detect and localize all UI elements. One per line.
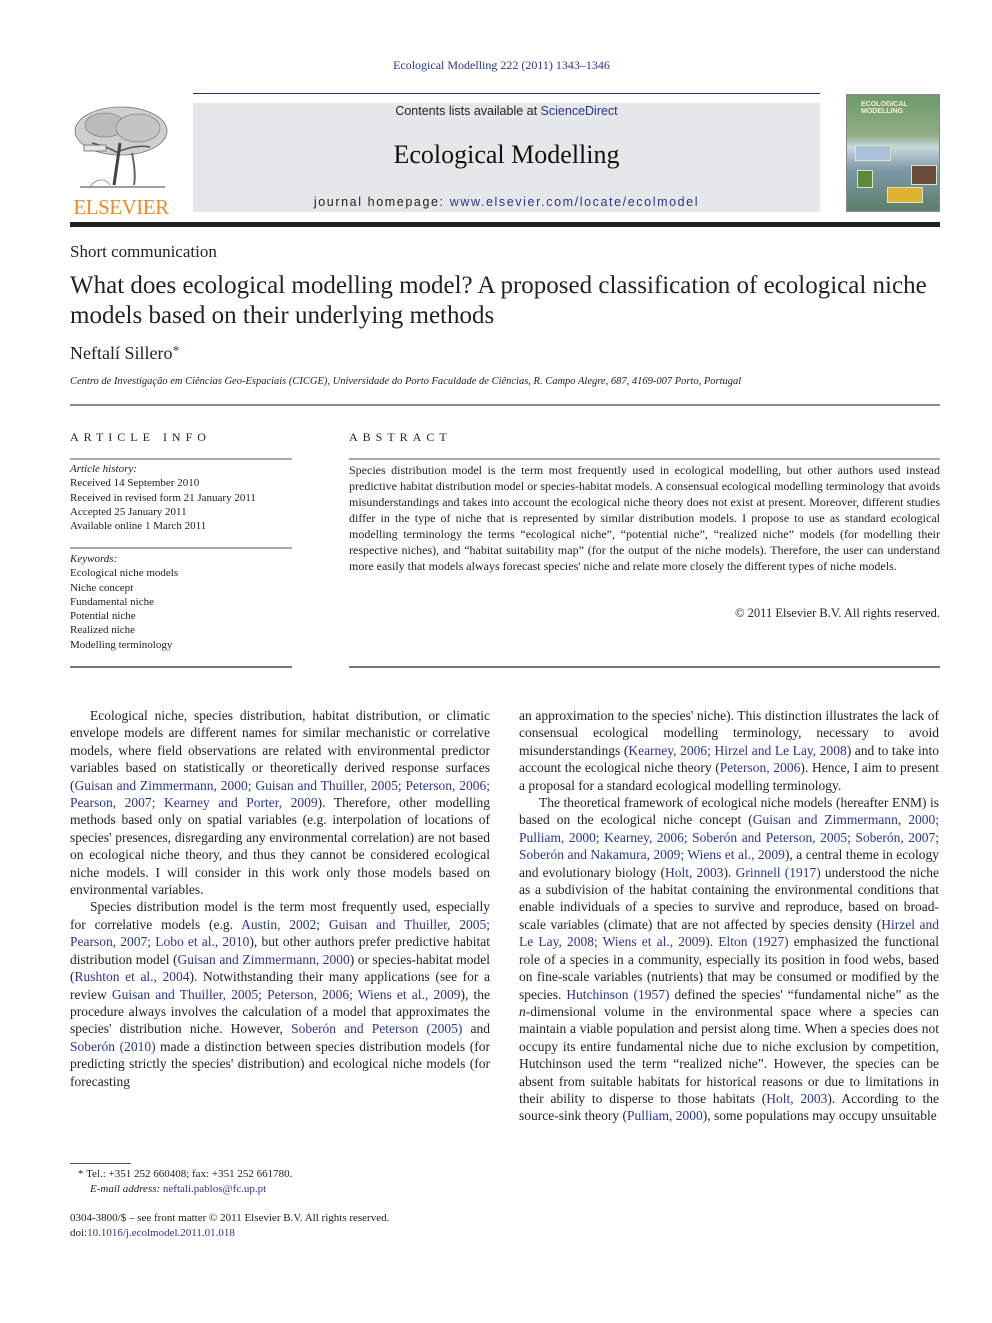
corresponding-author-mark[interactable]: * — [172, 344, 179, 359]
info-bottom-rule — [70, 666, 292, 668]
body-column-left: Ecological niche, species distribution, … — [70, 707, 490, 1090]
citation-link[interactable]: Grinnell (1917) — [736, 865, 821, 880]
keyword: Realized niche — [70, 624, 136, 637]
homepage-prefix: journal homepage: — [313, 195, 450, 209]
abstract-rule — [349, 458, 940, 460]
front-matter: 0304-3800/$ – see front matter © 2011 El… — [70, 1211, 389, 1241]
journal-banner: Contents lists available at ScienceDirec… — [193, 103, 820, 212]
citation-link[interactable]: Kearney, 2006; Hirzel and Le Lay, 2008 — [628, 743, 846, 758]
cover-title: ECOLOGICAL MODELLING — [861, 101, 908, 115]
footnote-contact: * Tel.: +351 252 660408; fax: +351 252 6… — [78, 1167, 292, 1182]
footnote-contact-text: Tel.: +351 252 660408; fax: +351 252 661… — [86, 1168, 293, 1180]
journal-name: Ecological Modelling — [393, 140, 620, 169]
contents-prefix: Contents lists available at — [395, 104, 541, 118]
section-divider — [70, 404, 940, 406]
body-paragraph: The theoretical framework of ecological … — [519, 795, 939, 1124]
citation-link[interactable]: Guisan and Zimmermann, 2000; Guisan and … — [70, 778, 490, 810]
article-title: What does ecological modelling model? A … — [70, 272, 927, 329]
author-email-link[interactable]: neftali.pablos@fc.up.pt — [163, 1183, 266, 1195]
elsevier-logo[interactable]: ELSEVIER — [70, 103, 172, 219]
citation-link[interactable]: Soberón and Peterson (2005) — [291, 1021, 462, 1036]
keyword: Niche concept — [70, 581, 134, 594]
author-footnote: * Tel.: +351 252 660408; fax: +351 252 6… — [78, 1167, 292, 1197]
author-affiliation: Centro de Investigação em Ciências Geo-E… — [70, 376, 742, 387]
body-column-right: an approximation to the species' niche).… — [519, 707, 939, 1125]
article-info-heading: ARTICLE INFO — [70, 430, 211, 444]
abstract-bottom-rule — [349, 666, 940, 668]
elsevier-wordmark: ELSEVIER — [73, 195, 169, 219]
history-label: Article history: — [70, 463, 137, 475]
citation-link[interactable]: Peterson, 2006 — [720, 760, 801, 775]
author-line: Neftalí Sillero* — [70, 343, 179, 364]
history-item: Accepted 25 January 2011 — [70, 505, 187, 518]
history-item: Received 14 September 2010 — [70, 477, 200, 490]
doi-prefix: doi: — [70, 1227, 88, 1239]
footnote-rule — [70, 1163, 131, 1164]
footnote-mark: * — [78, 1168, 84, 1180]
contents-line: Contents lists available at ScienceDirec… — [193, 104, 820, 118]
abstract-text: Species distribution model is the term m… — [349, 463, 940, 573]
issn-line: 0304-3800/$ – see front matter © 2011 El… — [70, 1212, 390, 1224]
citation-link[interactable]: Holt, 2003 — [766, 1091, 827, 1106]
header-thick-rule — [70, 222, 940, 227]
citation-link[interactable]: Austin, 2002; Guisan and Thuiller, 2005;… — [70, 917, 490, 949]
citation-link[interactable]: Guisan and Thuiller, 2005; Peterson, 200… — [112, 987, 461, 1002]
citation-link[interactable]: Pulliam, 2000 — [627, 1108, 703, 1123]
history-item: Received in revised form 21 January 2011 — [70, 491, 256, 504]
cover-title-line2: MODELLING — [861, 108, 903, 115]
journal-cover-image[interactable]: ECOLOGICAL MODELLING — [846, 94, 940, 212]
keyword: Ecological niche models — [70, 567, 179, 580]
keyword: Potential niche — [70, 610, 136, 623]
citation-link[interactable]: Guisan and Zimmermann, 2000; Pulliam, 20… — [519, 812, 939, 862]
citation-link[interactable]: Rushton et al., 2004 — [75, 969, 190, 984]
homepage-line: journal homepage: www.elsevier.com/locat… — [193, 195, 820, 209]
citation-link[interactable]: Guisan and Zimmermann, 2000 — [178, 952, 350, 967]
email-label: E-mail address: — [90, 1183, 163, 1195]
journal-citation[interactable]: Ecological Modelling 222 (2011) 1343–134… — [0, 58, 992, 73]
keywords-rule — [70, 547, 292, 549]
cover-photo — [911, 165, 937, 185]
header-rule — [193, 93, 820, 94]
article-type: Short communication — [70, 242, 217, 261]
citation-link[interactable]: Holt, 2003 — [665, 865, 724, 880]
citation-link[interactable]: Hutchinson (1957) — [566, 987, 669, 1002]
cover-photo — [857, 170, 873, 188]
body-paragraph: Ecological niche, species distribution, … — [70, 708, 490, 898]
italic-text: n — [519, 1003, 526, 1019]
abstract-copyright: © 2011 Elsevier B.V. All rights reserved… — [735, 606, 940, 620]
author-name[interactable]: Neftalí Sillero — [70, 343, 172, 363]
elsevier-tree-icon — [74, 106, 168, 188]
citation-link[interactable]: Elton (1927) — [718, 934, 788, 949]
keywords-label: Keywords: — [70, 553, 118, 565]
journal-homepage-link[interactable]: www.elsevier.com/locate/ecolmodel — [450, 195, 699, 209]
cover-title-line1: ECOLOGICAL — [861, 101, 908, 108]
keyword: Modelling terminology — [70, 638, 173, 651]
body-paragraph: Species distribution model is the term m… — [70, 899, 490, 1089]
abstract-heading: ABSTRACT — [349, 430, 452, 444]
body-paragraph: an approximation to the species' niche).… — [519, 708, 940, 793]
article-info-rule — [70, 458, 292, 460]
history-item: Available online 1 March 2011 — [70, 520, 207, 533]
doi-link[interactable]: 10.1016/j.ecolmodel.2011.01.018 — [87, 1227, 235, 1239]
sciencedirect-link[interactable]: ScienceDirect — [541, 104, 618, 118]
cover-photo — [855, 145, 891, 161]
cover-photo — [887, 187, 923, 203]
citation-link[interactable]: Soberón (2010) — [70, 1039, 156, 1054]
keyword: Fundamental niche — [70, 595, 155, 608]
article-history: Article history: Received 14 September 2… — [70, 462, 292, 533]
keywords: Keywords: Ecological niche models Niche … — [70, 552, 292, 652]
